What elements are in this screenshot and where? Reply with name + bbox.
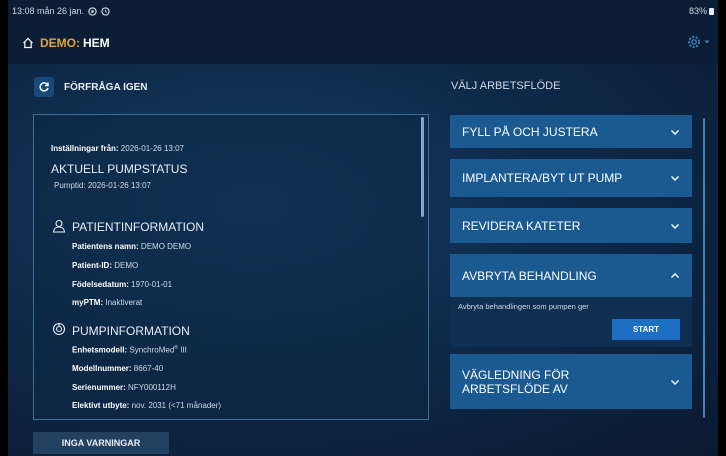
- refresh-label: FÖRFRÅGA IGEN: [64, 81, 148, 93]
- pump-info-heading: PUMPINFORMATION: [72, 324, 190, 338]
- registered-mark: ®: [174, 345, 178, 351]
- chevron-up-icon: [671, 272, 679, 278]
- patient-name-value: DEMO DEMO: [140, 242, 192, 251]
- device-model-value: SynchroMed: [129, 345, 175, 355]
- settings-from-line: Inställningar från: 2026-01-26 13:07: [51, 144, 184, 153]
- panel-scrollbar[interactable]: [421, 117, 424, 217]
- chevron-down-icon: [671, 223, 679, 229]
- serial-number-value: NFY000112H: [128, 383, 176, 392]
- myptm-line: myPTM: Inaktiverat: [72, 298, 142, 307]
- workflow-item-revise-catheter[interactable]: REVIDERA KATETER: [450, 208, 692, 243]
- chevron-down-icon: [671, 379, 679, 385]
- chevron-down-icon: [671, 129, 679, 135]
- patient-id-value: DEMO: [114, 261, 139, 270]
- workflow-item-label-line1: VÄGLEDNING FÖR: [462, 367, 570, 382]
- workflow-item-label: IMPLANTERA/BYT UT PUMP: [462, 171, 623, 185]
- model-number-value: 8667-40: [133, 364, 164, 373]
- model-number-label: Modellnummer:: [72, 364, 132, 373]
- device-model-label: Enhetsmodell:: [72, 345, 128, 355]
- refresh-icon-box[interactable]: [34, 77, 54, 97]
- status-bar: 13:08 mån 26 jan. 83%: [8, 0, 718, 22]
- pump-time-line: Pumptid: 2026-01-26 13:07: [54, 181, 151, 190]
- refresh-button[interactable]: FÖRFRÅGA IGEN: [34, 77, 148, 97]
- title-bar: DEMO : HEM: [8, 22, 718, 64]
- battery-percent: 83%: [688, 6, 707, 16]
- pump-status-heading: AKTUELL PUMPSTATUS: [51, 162, 188, 176]
- pump-time-label: Pumptid:: [54, 181, 86, 190]
- workflow-item-label-line2: ARBETSFLÖDE AV: [462, 381, 568, 396]
- patient-id-line: Patient-ID: DEMO: [72, 261, 138, 270]
- workflow-item-discontinue-therapy[interactable]: AVBRYTA BEHANDLING: [450, 254, 692, 297]
- patient-name-label: Patientens namn:: [72, 242, 139, 251]
- workflow-scrollbar[interactable]: [703, 118, 705, 418]
- status-time-date: 13:08 mån 26 jan.: [12, 6, 85, 16]
- workflow-item-label: AVBRYTA BEHANDLING: [462, 268, 597, 283]
- device-model-line: Enhetsmodell: SynchroMed® III: [72, 345, 187, 355]
- device-model-suffix: III: [180, 345, 187, 355]
- pump-icon: [52, 322, 66, 336]
- title-separator: :: [76, 36, 80, 50]
- myptm-label: myPTM:: [72, 298, 104, 307]
- settings-from-label: Inställningar från:: [51, 144, 119, 153]
- myptm-value: Inaktiverat: [105, 298, 143, 307]
- patient-dob-value: 1970-01-01: [131, 280, 173, 289]
- patient-id-label: Patient-ID:: [72, 261, 112, 270]
- no-alerts-button[interactable]: INGA VARNINGAR: [33, 432, 169, 454]
- elective-replacement-label: Elektivt utbyte:: [72, 401, 130, 410]
- workflow-item-guidance[interactable]: VÄGLEDNING FÖR ARBETSFLÖDE AV: [450, 354, 692, 409]
- demo-label: DEMO: [40, 36, 76, 50]
- alarm-icon: [101, 6, 110, 16]
- refresh-icon: [39, 82, 49, 92]
- workflow-item-label: FYLL PÅ OCH JUSTERA: [462, 124, 598, 139]
- battery-icon: [709, 7, 714, 15]
- serial-number-label: Serienummer:: [72, 383, 126, 392]
- settings-menu[interactable]: [686, 34, 710, 50]
- page-title: HEM: [83, 36, 110, 50]
- patient-info-heading: PATIENTINFORMATION: [72, 220, 204, 234]
- patient-icon: [52, 219, 66, 233]
- pump-time-value: 2026-01-26 13:07: [87, 181, 151, 190]
- chevron-down-icon[interactable]: [704, 39, 710, 45]
- workflow-item-implant-replace[interactable]: IMPLANTERA/BYT UT PUMP: [450, 159, 692, 197]
- settings-from-value: 2026-01-26 13:07: [120, 144, 184, 153]
- patient-name-line: Patientens namn: DEMO DEMO: [72, 242, 191, 251]
- patient-dob-label: Födelsedatum:: [72, 280, 129, 289]
- elective-replacement-value: nov. 2031 (<71 månader): [131, 401, 222, 410]
- workflow-item-discontinue-details: Avbryta behandlingen som pumpen ger STAR…: [450, 297, 692, 347]
- app-frame: 13:08 mån 26 jan. 83% DEMO : HEM FÖRFRÅG…: [0, 0, 726, 456]
- workflow-item-label: VÄGLEDNING FÖR ARBETSFLÖDE AV: [462, 368, 569, 396]
- workflow-item-description: Avbryta behandlingen som pumpen ger: [458, 302, 589, 311]
- workflow-title: VÄLJ ARBETSFLÖDE: [451, 80, 561, 92]
- location-icon: [88, 6, 97, 16]
- start-button[interactable]: START: [612, 319, 680, 340]
- home-icon[interactable]: [22, 37, 34, 49]
- serial-number-line: Serienummer: NFY000112H: [72, 383, 176, 392]
- model-number-line: Modellnummer: 8667-40: [72, 364, 163, 373]
- chevron-down-icon: [671, 176, 679, 181]
- patient-dob-line: Födelsedatum: 1970-01-01: [72, 280, 172, 289]
- workflow-item-label: REVIDERA KATETER: [462, 218, 581, 233]
- workflow-item-refill-adjust[interactable]: FYLL PÅ OCH JUSTERA: [450, 115, 692, 148]
- elective-replacement-line: Elektivt utbyte: nov. 2031 (<71 månader): [72, 401, 221, 410]
- pump-status-panel[interactable]: Inställningar från: 2026-01-26 13:07 AKT…: [33, 114, 429, 420]
- gear-icon[interactable]: [686, 34, 702, 50]
